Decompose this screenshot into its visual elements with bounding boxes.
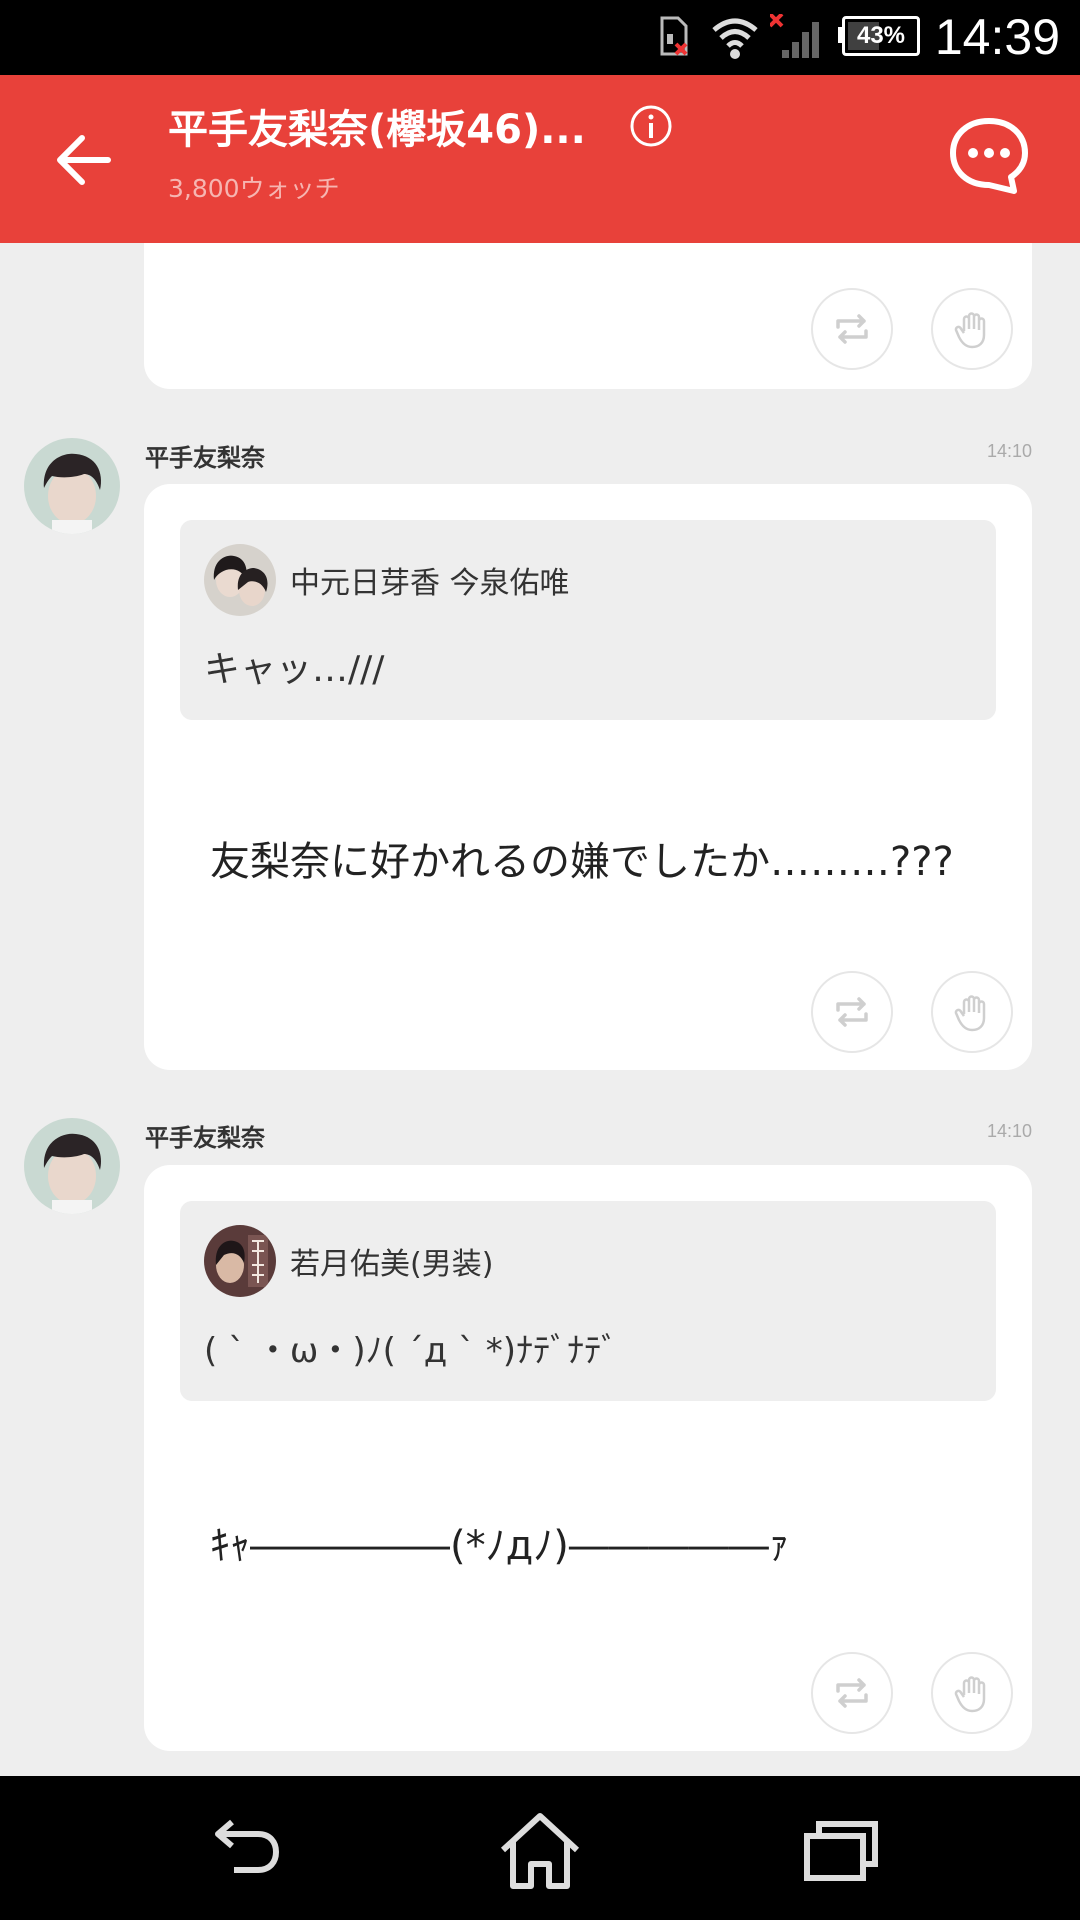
quoted-message[interactable]: 中元日芽香 今泉佑唯 キャッ…/// — [180, 520, 996, 720]
chat-bubble-icon[interactable] — [948, 115, 1030, 197]
quoted-text: ( ` ・ω・)ﾉ( ´д ` *)ﾅﾃﾞﾅﾃﾞ — [204, 1331, 619, 1371]
message-time: 14:10 — [986, 1121, 1032, 1141]
avatar-image — [24, 1118, 120, 1214]
like-button[interactable] — [931, 288, 1013, 370]
quoted-avatar — [204, 544, 276, 616]
status-bar: 43% 14:39 — [0, 0, 1080, 75]
sim-error-icon — [660, 16, 688, 56]
message-card-partial — [144, 243, 1032, 389]
quoted-avatar — [204, 1225, 276, 1297]
system-nav-bar — [0, 1776, 1080, 1920]
avatar[interactable] — [24, 1118, 120, 1214]
hand-icon — [954, 995, 986, 1032]
message-time: 14:10 — [986, 441, 1032, 461]
like-button[interactable] — [931, 971, 1013, 1053]
back-nav-icon[interactable] — [200, 1806, 290, 1896]
info-icon[interactable] — [629, 104, 673, 148]
quoted-author: 若月佑美(男装) — [290, 1247, 494, 1282]
hand-icon — [954, 312, 986, 349]
quoted-text: キャッ…/// — [204, 649, 385, 690]
recents-nav-icon[interactable] — [795, 1806, 885, 1896]
repost-button[interactable] — [811, 288, 893, 370]
wifi-icon — [712, 18, 758, 59]
hand-icon — [954, 1676, 986, 1713]
watch-count: 3,800ウォッチ — [168, 174, 340, 203]
battery-percent: 43% — [856, 22, 906, 49]
sender-name: 平手友梨奈 — [145, 1124, 265, 1152]
battery-icon: 43% — [842, 16, 920, 56]
repost-button[interactable] — [811, 1652, 893, 1734]
message-text: ｷｬ―――――(*ﾉдﾉ)―――――ｧ — [210, 1523, 789, 1569]
quoted-avatar-image — [204, 544, 276, 616]
arrow-left-icon[interactable] — [48, 125, 118, 195]
quoted-avatar-image — [204, 1225, 276, 1297]
like-button[interactable] — [931, 1652, 1013, 1734]
message-card: 中元日芽香 今泉佑唯 キャッ…/// 友梨奈に好かれるの嫌でしたか………??? — [144, 484, 1032, 1070]
repost-button[interactable] — [811, 971, 893, 1053]
avatar-image — [24, 438, 120, 534]
message-card: 若月佑美(男装) ( ` ・ω・)ﾉ( ´д ` *)ﾅﾃﾞﾅﾃﾞ ｷｬ――――… — [144, 1165, 1032, 1751]
app-header: 平手友梨奈(欅坂46)... 3,800ウォッチ — [0, 75, 1080, 243]
quoted-author: 中元日芽香 今泉佑唯 — [290, 566, 570, 601]
page-title: 平手友梨奈(欅坂46)... — [168, 107, 586, 153]
repost-icon — [836, 314, 868, 344]
sender-name: 平手友梨奈 — [145, 444, 265, 472]
repost-icon — [836, 1678, 868, 1708]
cellular-signal-icon — [770, 14, 819, 58]
home-nav-icon[interactable] — [495, 1806, 585, 1896]
clock: 14:39 — [934, 9, 1060, 65]
avatar[interactable] — [24, 438, 120, 534]
quoted-message[interactable]: 若月佑美(男装) ( ` ・ω・)ﾉ( ´д ` *)ﾅﾃﾞﾅﾃﾞ — [180, 1201, 996, 1401]
message-text: 友梨奈に好かれるの嫌でしたか………??? — [210, 839, 954, 885]
repost-icon — [836, 997, 868, 1027]
